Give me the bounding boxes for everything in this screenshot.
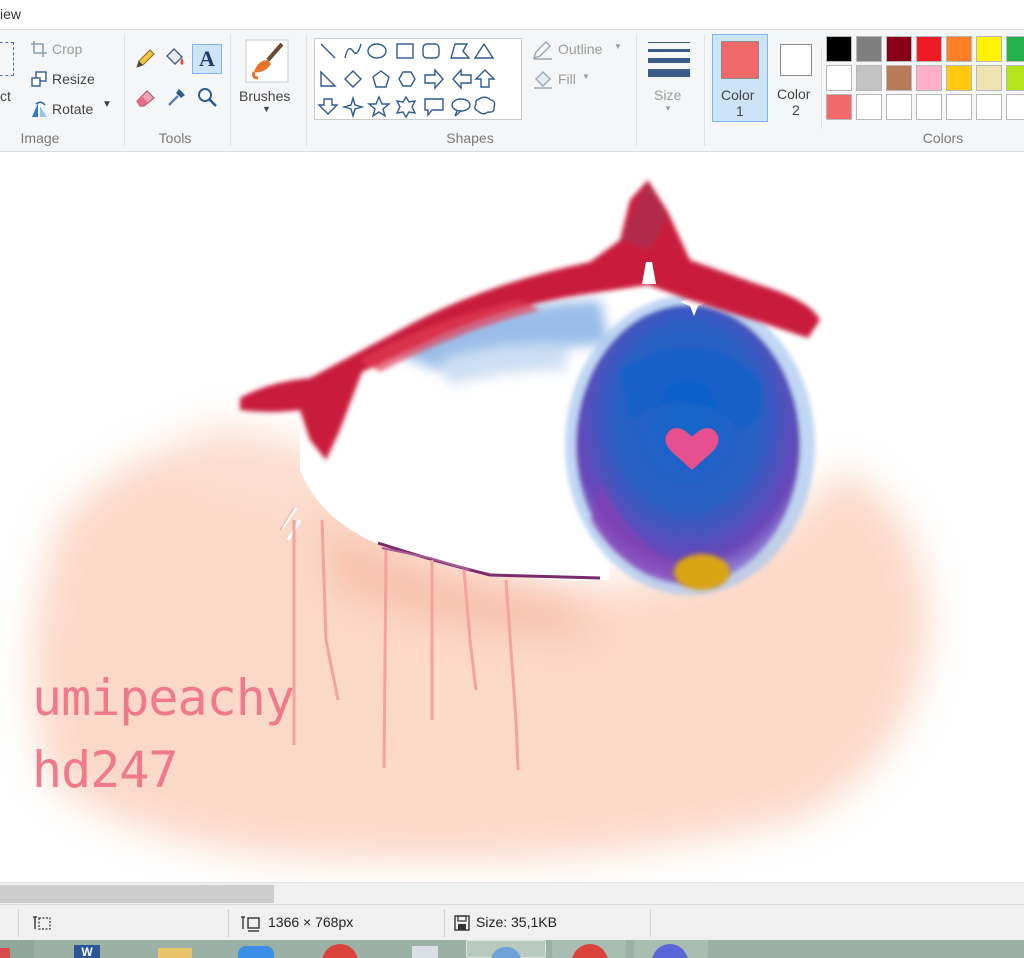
rotate-icon — [32, 101, 47, 117]
brush-icon — [245, 39, 289, 83]
palette-swatch[interactable] — [886, 94, 912, 120]
size-label: Size — [654, 87, 682, 103]
taskbar-chrome-1[interactable] — [314, 940, 366, 958]
palette-swatch[interactable] — [826, 36, 852, 62]
color2-number: 2 — [792, 102, 800, 118]
shapes-gallery-icons — [317, 42, 496, 119]
fill-bucket-icon[interactable] — [162, 46, 186, 70]
horizontal-scrollbar[interactable] — [0, 882, 1024, 904]
fill-icon — [534, 71, 552, 89]
fill-dropdown-icon[interactable]: ▼ — [582, 72, 590, 81]
shapes-group-label: Shapes — [446, 130, 494, 146]
brushes-label: Brushes — [239, 88, 291, 104]
palette-swatch[interactable] — [856, 65, 882, 91]
palette-swatch[interactable] — [856, 94, 882, 120]
taskbar-app-6[interactable] — [398, 940, 450, 958]
taskbar-explorer[interactable] — [150, 940, 202, 958]
size-button[interactable]: Size ▼ — [644, 34, 694, 122]
status-bar: 1366 × 768px Size: 35,1KB — [0, 904, 1024, 940]
resize-icon — [31, 71, 47, 87]
palette-swatch[interactable] — [976, 94, 1002, 120]
color2-button[interactable]: Color 2 — [772, 34, 820, 122]
divider — [444, 909, 445, 937]
eraser-icon[interactable] — [134, 86, 158, 108]
palette-swatch[interactable] — [946, 65, 972, 91]
divider — [18, 909, 19, 937]
palette-swatch[interactable] — [826, 94, 852, 120]
magnifier-icon[interactable] — [196, 86, 218, 108]
image-dimensions: 1366 × 768px — [268, 914, 354, 930]
image-dimensions-icon — [241, 916, 260, 932]
resize-button[interactable]: Resize — [52, 71, 95, 87]
text-tool-button[interactable]: A — [192, 44, 222, 74]
palette-swatch[interactable] — [916, 65, 942, 91]
selection-size-icon — [33, 916, 51, 930]
image-group-label: Image — [20, 130, 60, 146]
rotate-button[interactable]: Rotate — [52, 101, 93, 117]
outline-icon — [532, 41, 552, 60]
colors-group-label: Colors — [922, 130, 964, 146]
divider — [636, 34, 637, 146]
palette-swatch[interactable] — [946, 94, 972, 120]
taskbar-chrome-2[interactable] — [552, 940, 626, 958]
color2-label: Color — [777, 86, 811, 102]
color2-swatch — [780, 44, 812, 76]
crop-button[interactable]: Crop — [52, 41, 82, 57]
color1-swatch — [721, 41, 759, 79]
color1-button[interactable]: Color 1 — [712, 34, 768, 122]
taskbar-word[interactable]: W — [64, 940, 124, 958]
palette-swatch[interactable] — [886, 65, 912, 91]
tools-group-label: Tools — [158, 130, 192, 146]
scrollbar-thumb[interactable] — [0, 885, 274, 903]
brushes-dropdown-icon: ▼ — [262, 104, 271, 114]
taskbar-app-9[interactable] — [634, 940, 708, 958]
palette-swatch[interactable] — [976, 36, 1002, 62]
view-tab[interactable]: iew — [0, 6, 21, 22]
taskbar: W — [0, 940, 1024, 958]
outline-dropdown-icon[interactable]: ▼ — [614, 42, 622, 51]
palette-swatch[interactable] — [1006, 65, 1024, 91]
color1-label: Color — [721, 87, 755, 103]
divider — [230, 34, 231, 146]
rotate-dropdown-icon[interactable]: ▼ — [102, 99, 112, 110]
divider — [306, 34, 307, 146]
crop-icon — [31, 41, 47, 57]
pencil-icon[interactable] — [134, 48, 156, 70]
brushes-button[interactable]: Brushes ▼ — [236, 34, 298, 122]
shapes-gallery[interactable]: ▲ ▼ ▼ — [314, 38, 833, 129]
taskbar-paint[interactable] — [466, 940, 546, 958]
taskbar-app-4[interactable] — [230, 940, 282, 958]
file-size: Size: 35,1KB — [476, 914, 557, 930]
divider — [228, 909, 229, 937]
color-picker-icon[interactable] — [166, 86, 188, 108]
size-dropdown-icon: ▼ — [664, 104, 672, 113]
select-tool-button[interactable] — [0, 42, 14, 76]
drawing-canvas[interactable]: umipeachy hd247 — [0, 152, 1024, 882]
palette-swatch[interactable] — [1006, 94, 1024, 120]
ribbon-tab-strip: iew — [0, 0, 1024, 30]
divider — [650, 909, 651, 937]
divider — [124, 34, 125, 146]
save-disk-icon — [454, 915, 470, 931]
palette-swatch[interactable] — [826, 65, 852, 91]
palette-swatch[interactable] — [946, 36, 972, 62]
palette-swatch[interactable] — [916, 36, 942, 62]
taskbar-app-1[interactable] — [0, 940, 34, 958]
fill-button[interactable]: Fill — [558, 71, 576, 87]
palette-swatch[interactable] — [886, 36, 912, 62]
ribbon: ct Crop Resize Rotate ▼ Image A Tools Br… — [0, 30, 1024, 152]
select-label: ct — [0, 88, 11, 104]
palette-swatch[interactable] — [1006, 36, 1024, 62]
palette-swatch[interactable] — [916, 94, 942, 120]
palette-swatch[interactable] — [856, 36, 882, 62]
watermark-line-2: hd247 — [32, 741, 179, 799]
color1-number: 1 — [736, 103, 744, 119]
outline-button[interactable]: Outline — [558, 41, 602, 57]
watermark-line-1: umipeachy — [32, 669, 295, 727]
palette-swatch[interactable] — [976, 65, 1002, 91]
divider — [704, 34, 705, 146]
